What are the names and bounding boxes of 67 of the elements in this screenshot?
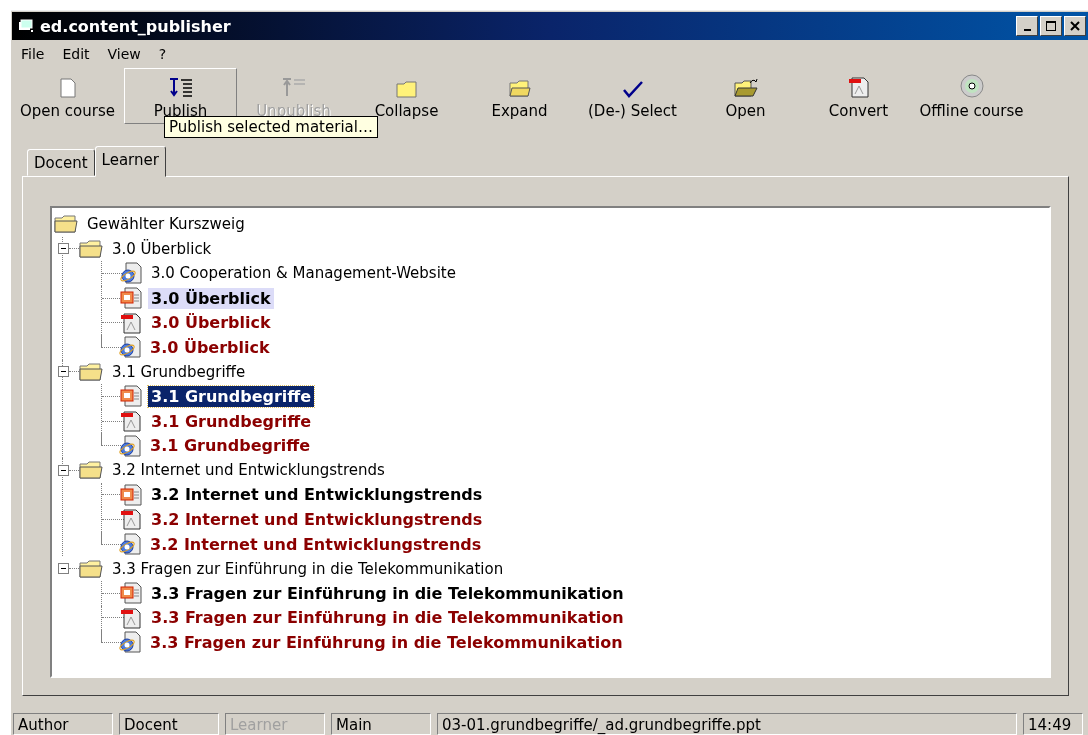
pdf-document-icon <box>120 508 142 531</box>
tree-item[interactable]: 3.1 Grundbegriffe <box>109 361 249 382</box>
tree-item[interactable]: 3.0 Cooperation & Management-Website <box>148 263 459 284</box>
app-icon <box>18 19 34 33</box>
collapse-toggle[interactable] <box>58 366 69 378</box>
close-icon <box>1070 21 1080 31</box>
minimize-button[interactable] <box>1016 16 1038 36</box>
toolbar-button[interactable]: Convert <box>802 68 915 124</box>
tree-item[interactable]: 3.3 Fragen zur Einführung in die Telekommunikation <box>148 582 627 604</box>
tree-item[interactable]: 3.3 Fragen zur Einführung in die Telekommunikation <box>148 607 627 629</box>
menu-item[interactable]: Edit <box>62 46 90 62</box>
tree-item[interactable]: 3.3 Fragen zur Einführung in die Telekommunikation <box>147 631 626 653</box>
toolbar-button[interactable]: Offline course <box>915 68 1028 124</box>
tree-item[interactable]: 3.2 Internet und Entwicklungstrends <box>147 533 485 555</box>
pdf-document-icon <box>120 410 142 433</box>
pdf-document-icon <box>120 606 142 629</box>
tree-item[interactable]: 3.3 Fragen zur Einführung in die Telekommunikation <box>109 558 507 579</box>
web-document-icon <box>119 631 141 654</box>
status-field: Main <box>331 713 431 735</box>
tree-item[interactable]: 3.2 Internet und Entwicklungstrends <box>148 508 486 530</box>
open-folder-icon <box>733 78 758 98</box>
tree-item[interactable]: Gewählter Kurszweig <box>84 214 248 235</box>
status-field: 03-01.grundbegriffe/_ad.grundbegriffe.ppt <box>437 713 1017 735</box>
web-document-icon <box>119 533 141 555</box>
web-document-icon <box>120 262 142 285</box>
toolbar-button[interactable]: Open course <box>11 68 124 124</box>
collapse-toggle[interactable] <box>58 563 69 575</box>
web-document-icon <box>119 434 141 457</box>
tree-item[interactable]: 3.0 Überblick <box>148 287 274 309</box>
web-document-icon <box>119 336 141 359</box>
open-folder-icon <box>508 80 531 98</box>
checkmark-icon <box>621 80 644 98</box>
collapse-toggle[interactable] <box>58 464 69 476</box>
tab[interactable]: Learner <box>94 146 166 177</box>
toolbar-button[interactable]: Open <box>689 68 802 124</box>
menu-item[interactable]: File <box>21 46 45 62</box>
maximize-icon <box>1046 21 1056 31</box>
status-field: Author <box>13 713 113 735</box>
close-button[interactable] <box>1064 16 1086 36</box>
folder-icon <box>54 215 78 234</box>
tree-item[interactable]: 3.1 Grundbegriffe <box>148 410 315 432</box>
collapse-toggle[interactable] <box>58 243 69 255</box>
toolbar-button[interactable]: Expand <box>463 68 576 124</box>
pdf-document-icon <box>847 76 870 98</box>
toolbar-button[interactable]: (De-) Select <box>576 68 689 124</box>
tree-item[interactable]: 3.2 Internet und Entwicklungstrends <box>109 460 388 481</box>
status-field: Docent <box>119 713 219 735</box>
minimize-icon <box>1023 28 1031 31</box>
status-field: 14:49 <box>1023 713 1083 735</box>
tab[interactable]: Docent <box>27 149 95 176</box>
tree-item[interactable]: 3.1 Grundbegriffe <box>147 435 314 457</box>
menu-item[interactable]: ? <box>158 46 167 62</box>
tree-item[interactable]: 3.2 Internet und Entwicklungstrends <box>148 484 486 506</box>
unpublish-icon <box>281 78 306 98</box>
publish-icon <box>168 78 193 98</box>
maximize-button[interactable] <box>1040 16 1062 36</box>
tooltip: Publish selected material… <box>164 116 378 138</box>
folder-icon <box>395 80 418 98</box>
tree-item[interactable]: 3.1 Grundbegriffe <box>148 385 315 407</box>
tree-item[interactable]: 3.0 Überblick <box>147 336 273 358</box>
tree-item[interactable]: 3.0 Überblick <box>148 312 274 334</box>
window-title: ed.content_publisher <box>40 16 232 36</box>
pdf-document-icon <box>120 311 142 334</box>
disc-icon <box>959 74 984 98</box>
document-icon <box>59 78 76 98</box>
menu-item[interactable]: View <box>107 46 141 62</box>
tree-item[interactable]: 3.0 Überblick <box>109 238 215 259</box>
